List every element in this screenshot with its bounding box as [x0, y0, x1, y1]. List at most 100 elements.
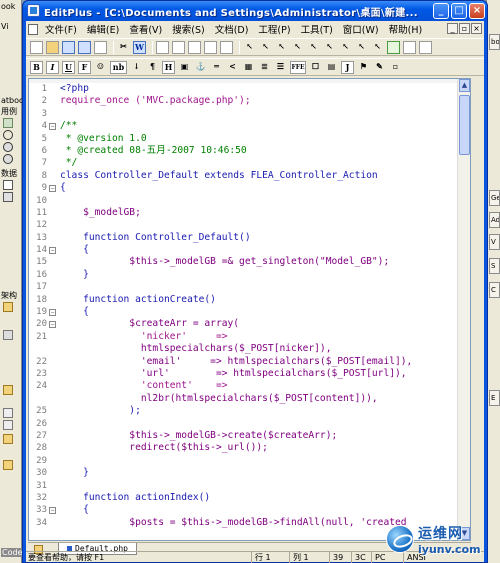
fold-toggle-icon[interactable]: −	[49, 185, 56, 193]
table-icon[interactable]: ▦	[242, 61, 255, 74]
code-line[interactable]: 27 $this->_modelGB->create($createArr);	[29, 430, 470, 442]
image-icon[interactable]: ▣	[178, 61, 191, 74]
code-lines[interactable]: 1 <?php 2 require_once ('MVC.package.php');…	[29, 83, 470, 529]
list-icon[interactable]: ≣	[258, 61, 271, 74]
usecase-icon[interactable]	[3, 154, 13, 164]
bg-right-button[interactable]: E	[489, 390, 500, 406]
code-line[interactable]: 26	[29, 418, 470, 430]
menu-file[interactable]: 文件(F)	[40, 22, 82, 36]
code-line[interactable]: htmlspecialchars($_POST[nicker]),	[29, 343, 470, 355]
code-line[interactable]: 16 }	[29, 269, 470, 281]
fold-toggle-icon[interactable]: −	[49, 507, 56, 515]
doc-close-button[interactable]: ×	[471, 23, 482, 34]
code-line[interactable]: 10	[29, 195, 470, 207]
folder-icon[interactable]	[3, 385, 13, 395]
center-icon[interactable]: ☰	[274, 61, 287, 74]
menu-edit[interactable]: 编辑(E)	[82, 22, 124, 36]
tool-2-icon[interactable]: ↖	[259, 41, 272, 54]
comment-icon[interactable]: <	[226, 61, 239, 74]
underline-button[interactable]: U	[62, 60, 75, 74]
maximize-button[interactable]: □	[451, 3, 467, 19]
code-line[interactable]: 20− $createArr = array(	[29, 318, 470, 330]
bg-right-button[interactable]: C	[489, 282, 500, 298]
menu-tools[interactable]: 工具(T)	[296, 22, 338, 36]
replace-icon[interactable]	[172, 40, 185, 54]
fold-toggle-icon[interactable]: −	[49, 309, 56, 317]
find-icon[interactable]	[156, 40, 169, 54]
tool-8-icon[interactable]: ↖	[355, 41, 368, 54]
expand-icon[interactable]	[3, 408, 13, 418]
code-editor[interactable]: 1 <?php 2 require_once ('MVC.package.php');…	[28, 78, 471, 541]
nbsp-button[interactable]: nb	[110, 60, 127, 74]
menu-view[interactable]: 查看(V)	[124, 22, 167, 36]
ffe-button[interactable]: FFE	[290, 60, 306, 74]
goto-icon[interactable]	[188, 40, 201, 54]
folder-icon[interactable]	[3, 460, 13, 470]
code-line[interactable]: 21 'nicker' =>	[29, 331, 470, 343]
preview-icon[interactable]	[403, 40, 416, 54]
code-line[interactable]: 5 * @version 1.0	[29, 133, 470, 145]
line-break-icon[interactable]: ↓	[130, 61, 143, 74]
save-icon[interactable]	[62, 40, 75, 54]
cut-icon[interactable]: ✂	[117, 41, 130, 54]
tool-9-icon[interactable]: ↖	[371, 41, 384, 54]
code-line[interactable]: 11 $_modelGB;	[29, 207, 470, 219]
code-line[interactable]: 31	[29, 480, 470, 492]
code-line[interactable]: 13 function Controller_Default()	[29, 232, 470, 244]
title-bar[interactable]: EditPlus - [C:\Documents and Settings\Ad…	[23, 1, 487, 21]
code-line[interactable]: 19− {	[29, 306, 470, 318]
vertical-scrollbar[interactable]: ▲ ▼	[457, 79, 470, 540]
table-icon[interactable]	[3, 192, 13, 202]
code-line[interactable]: 1 <?php	[29, 83, 470, 95]
code-line[interactable]: 4−/**	[29, 120, 470, 132]
scrollbar-thumb[interactable]	[459, 95, 470, 155]
font-button[interactable]: F	[78, 60, 91, 74]
code-line[interactable]: 3	[29, 108, 470, 120]
scroll-up-arrow[interactable]: ▲	[459, 79, 470, 92]
color-picker-icon[interactable]: ☺	[94, 61, 107, 74]
code-line[interactable]: 32 function actionIndex()	[29, 492, 470, 504]
fold-toggle-icon[interactable]: −	[49, 123, 56, 131]
menu-document[interactable]: 文档(D)	[210, 22, 254, 36]
bookmark-icon[interactable]	[204, 40, 217, 54]
code-line[interactable]: 17	[29, 281, 470, 293]
paragraph-icon[interactable]: ¶	[146, 61, 159, 74]
tool-6-icon[interactable]: ↖	[323, 41, 336, 54]
code-line[interactable]: 23 'url' => htmlspecialchars($_POST[url]…	[29, 368, 470, 380]
fold-toggle-icon[interactable]: −	[49, 247, 56, 255]
word-wrap-icon[interactable]: W	[133, 40, 146, 54]
script-icon[interactable]: ⚑	[357, 61, 370, 74]
code-line[interactable]: 28 redirect($this->_url());	[29, 442, 470, 454]
heading-button[interactable]: H	[162, 60, 175, 74]
code-line[interactable]: 8 class Controller_Default extends FLEA_C…	[29, 170, 470, 182]
diagram-icon[interactable]	[3, 118, 13, 128]
more-icon[interactable]: ▫	[389, 61, 402, 74]
tool-1-icon[interactable]: ↖	[243, 41, 256, 54]
code-line[interactable]: 18 function actionCreate()	[29, 294, 470, 306]
code-line[interactable]: 29	[29, 455, 470, 467]
browser-icon[interactable]	[387, 40, 400, 54]
hr-icon[interactable]: ═	[210, 61, 223, 74]
bg-right-button[interactable]: V	[489, 234, 500, 250]
bg-right-button[interactable]: boo	[489, 34, 500, 50]
code-line[interactable]: 22 'email' => htmlspecialchars($_POST[em…	[29, 356, 470, 368]
close-button[interactable]: ×	[469, 3, 485, 19]
fold-toggle-icon[interactable]: −	[49, 321, 56, 329]
open-file-icon[interactable]	[46, 40, 59, 54]
tool-5-icon[interactable]: ↖	[307, 41, 320, 54]
code-line[interactable]: 33− {	[29, 504, 470, 516]
bg-right-button[interactable]: Ge	[489, 190, 500, 206]
bg-right-button[interactable]: Adv	[489, 212, 500, 228]
table-icon[interactable]	[3, 180, 13, 190]
code-line[interactable]: 30 }	[29, 467, 470, 479]
bold-button[interactable]: B	[30, 60, 43, 74]
new-file-icon[interactable]	[30, 40, 43, 54]
form-icon[interactable]: ☐	[309, 61, 322, 74]
item-icon[interactable]	[3, 330, 13, 340]
doc-restore-button[interactable]: ▫	[459, 23, 470, 34]
menu-help[interactable]: 帮助(H)	[384, 22, 428, 36]
expand-icon[interactable]	[3, 420, 13, 430]
tool-7-icon[interactable]: ↖	[339, 41, 352, 54]
javascript-button[interactable]: J	[341, 60, 354, 74]
folder-icon[interactable]	[3, 302, 13, 312]
